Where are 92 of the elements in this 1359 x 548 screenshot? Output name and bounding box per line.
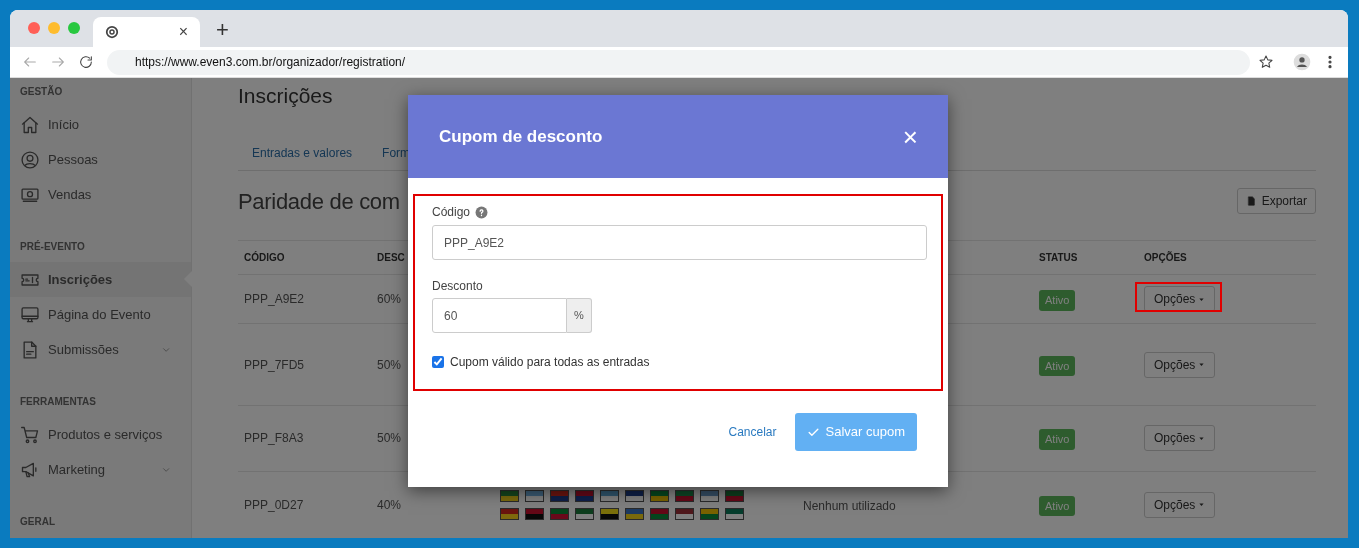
column-header: CÓDIGO: [244, 250, 285, 266]
sidebar-item[interactable]: Marketing: [10, 452, 191, 487]
window-control[interactable]: [28, 22, 40, 34]
table-cell-text: 40%: [377, 496, 402, 514]
flag-icon: [700, 507, 719, 520]
flag-icon: [625, 489, 644, 502]
back-icon: [22, 54, 38, 70]
flag-icon: [625, 507, 644, 520]
house-icon: [20, 114, 40, 135]
options-button[interactable]: Opções: [1144, 491, 1216, 518]
export-button[interactable]: Exportar: [1236, 188, 1316, 215]
discount-input-field[interactable]: 60: [432, 298, 567, 333]
flag-icon: [575, 507, 594, 520]
table-cell-text: PPP_0D27: [244, 496, 304, 514]
table-cell-text: PPP_F8A3: [244, 430, 304, 448]
window-control[interactable]: [68, 22, 80, 34]
tab-close-button[interactable]: ×: [178, 24, 188, 40]
table-cell-text: PPP_7FD5: [244, 356, 305, 374]
flag-icon: [500, 507, 519, 520]
person-icon: [20, 149, 40, 170]
flag-icon: [525, 507, 544, 520]
flag-icon: [500, 489, 519, 502]
caret-down-icon: [1198, 434, 1206, 442]
sidebar-item[interactable]: Início: [10, 107, 191, 142]
flag-icon: [700, 489, 719, 502]
monitor-icon: [20, 304, 40, 325]
address-bar[interactable]: https://www.even3.com.br/organizador/registration/: [107, 49, 1250, 75]
table-cell-text: 60%: [377, 291, 402, 309]
column-header: OPÇÕES: [1144, 250, 1187, 266]
status-badge: Ativo: [1039, 290, 1076, 311]
options-button[interactable]: Opções: [1144, 286, 1216, 313]
url-text: https://www.even3.com.br/organizador/registration/: [135, 54, 406, 71]
column-header: STATUS: [1039, 251, 1078, 266]
flag-icon: [600, 489, 619, 502]
section-heading: PRÉ-EVENTO: [19, 239, 86, 253]
file-icon: [1245, 195, 1257, 208]
forward-icon: [50, 54, 66, 70]
table-cell-text: PPP_A9E2: [244, 291, 305, 309]
flag-icon: [725, 507, 744, 520]
flag-icon: [550, 507, 569, 520]
field-label: Código: [432, 204, 471, 221]
sidebar-item[interactable]: Página do Evento: [10, 297, 191, 332]
flag-icon: [550, 489, 569, 502]
table-cell-text: 50%: [377, 430, 402, 448]
checkbox-label: Cupom válido para todas as entradas: [450, 354, 650, 371]
sidebar-item[interactable]: Submissões: [10, 332, 191, 367]
save-button[interactable]: Salvar cupom: [794, 413, 917, 451]
caret-down-icon: [1198, 361, 1206, 369]
section-heading: GESTÃO: [19, 84, 64, 98]
caret-down-icon: [1198, 501, 1206, 509]
flag-icon: [725, 489, 744, 502]
code-input-field[interactable]: PPP_A9E2: [432, 225, 927, 260]
page-title: Inscrições: [238, 83, 334, 108]
sidebar-item[interactable]: Vendas: [10, 177, 191, 212]
table-cell-text: 50%: [377, 356, 402, 374]
section-heading: FERRAMENTAS: [19, 395, 97, 408]
flag-icon: [525, 489, 544, 502]
status-badge: Ativo: [1039, 495, 1076, 517]
section-title: Paridade de com: [238, 187, 400, 216]
sidebar-item[interactable]: Produtos e serviços: [10, 417, 191, 452]
page-tab[interactable]: Entradas e valores: [252, 144, 353, 171]
options-button[interactable]: Opções: [1144, 425, 1216, 452]
flag-icon: [675, 489, 694, 502]
field-label: Desconto: [432, 278, 484, 293]
options-button[interactable]: Opções: [1144, 351, 1216, 378]
sidebar-item[interactable]: Pessoas: [10, 142, 191, 177]
flag-icon: [575, 489, 594, 502]
sidebar-item[interactable]: Inscrições: [10, 262, 191, 297]
profile-icon: [1292, 52, 1312, 72]
browser-tab[interactable]: ×: [93, 17, 200, 47]
cancel-link[interactable]: Cancelar: [728, 423, 777, 441]
column-header: DESC: [377, 251, 405, 266]
help-icon: [475, 205, 489, 219]
modal-title: Cupom de desconto: [439, 125, 603, 148]
cart-icon: [20, 424, 40, 445]
table-cell: Nenhum utilizado: [803, 498, 896, 513]
window-control[interactable]: [48, 22, 60, 34]
section-heading: GERAL: [19, 515, 56, 528]
browser-logo-icon: [105, 25, 119, 39]
new-tab-button[interactable]: +: [216, 19, 229, 41]
status-badge: Ativo: [1039, 355, 1076, 377]
checkbox[interactable]: [432, 356, 444, 368]
flag-icon: [600, 507, 619, 520]
status-badge: Ativo: [1039, 429, 1076, 450]
reload-icon: [78, 54, 94, 70]
close-button[interactable]: ×: [902, 123, 918, 150]
caret-down-icon: [1198, 295, 1206, 303]
flag-icon: [675, 507, 694, 520]
unit-addon: %: [567, 298, 592, 333]
flag-icon: [650, 489, 669, 502]
flag-icon: [650, 507, 669, 520]
star-icon: [1258, 54, 1274, 70]
